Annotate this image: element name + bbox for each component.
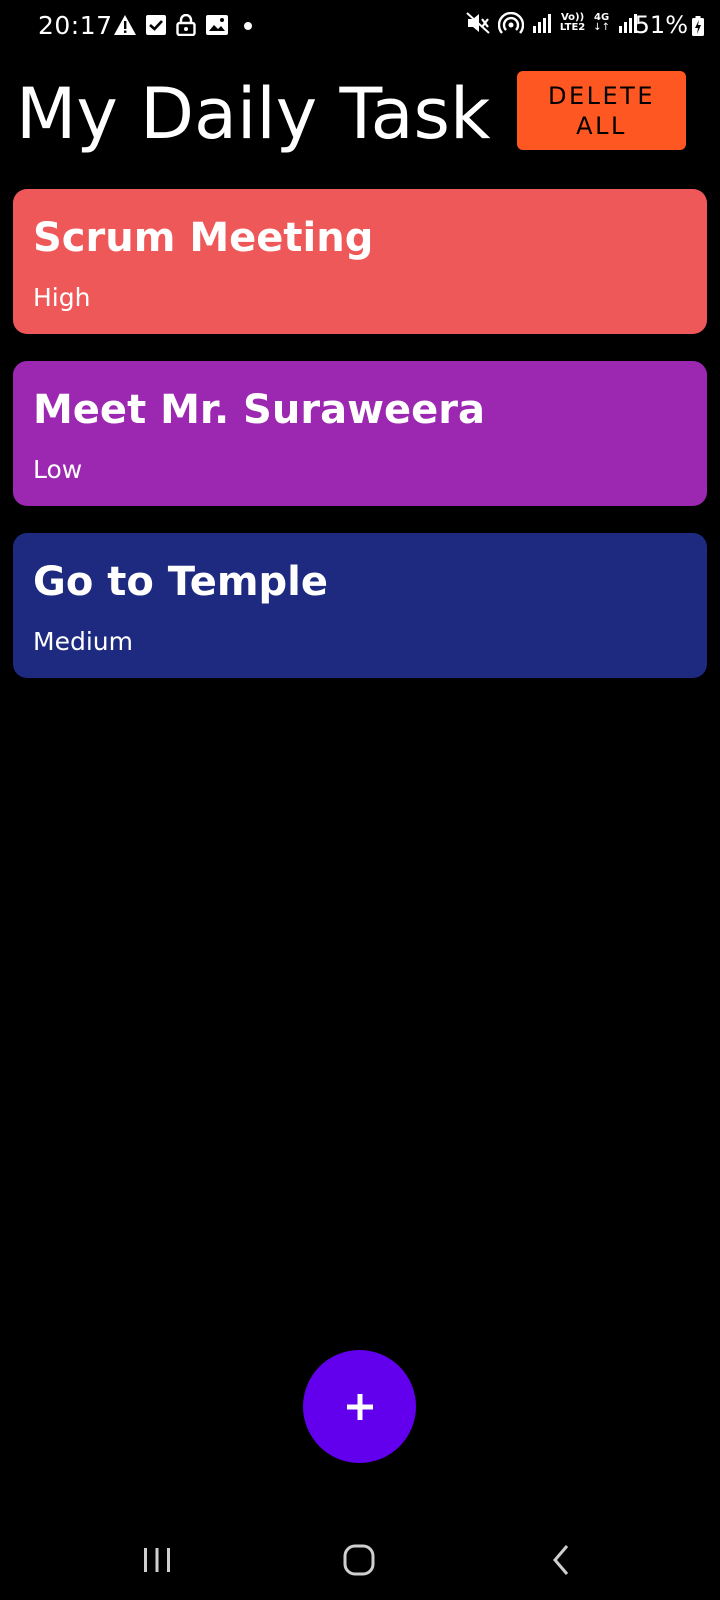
home-button[interactable] bbox=[329, 1530, 389, 1590]
task-card[interactable]: Scrum Meeting High bbox=[13, 189, 707, 334]
status-bar: 20:17 Vo)) LTE2 4G ↓↑ 51% bbox=[0, 0, 720, 52]
battery-charging-icon bbox=[692, 16, 704, 36]
task-card[interactable]: Meet Mr. Suraweera Low bbox=[13, 361, 707, 506]
task-priority: Low bbox=[33, 455, 83, 484]
recents-button[interactable] bbox=[127, 1530, 187, 1590]
task-title: Go to Temple bbox=[33, 559, 329, 605]
warning-icon bbox=[114, 15, 136, 35]
plus-icon bbox=[346, 1393, 373, 1420]
status-time: 20:17 bbox=[38, 11, 113, 40]
task-list: Scrum Meeting High Meet Mr. Suraweera Lo… bbox=[13, 189, 707, 705]
volte-icon: Vo)) LTE2 bbox=[559, 12, 586, 33]
task-card[interactable]: Go to Temple Medium bbox=[13, 533, 707, 678]
image-icon bbox=[206, 15, 228, 35]
page-title: My Daily Task bbox=[16, 73, 491, 155]
status-left-icons bbox=[114, 14, 258, 36]
recents-icon bbox=[144, 1548, 170, 1572]
hotspot-icon bbox=[497, 12, 524, 34]
back-button[interactable] bbox=[531, 1530, 591, 1590]
delete-all-button[interactable]: DELETE ALL bbox=[517, 71, 686, 150]
battery-percent: 51% bbox=[634, 11, 688, 39]
navigation-bar bbox=[0, 1500, 720, 1600]
mute-icon bbox=[466, 12, 490, 34]
task-title: Meet Mr. Suraweera bbox=[33, 387, 485, 433]
4g-icon: 4G ↓↑ bbox=[593, 12, 610, 33]
back-icon bbox=[553, 1545, 569, 1575]
signal-icon bbox=[532, 14, 551, 33]
dot-icon bbox=[244, 22, 252, 30]
add-task-button[interactable] bbox=[303, 1350, 416, 1463]
task-priority: Medium bbox=[33, 627, 133, 656]
checkbox-icon bbox=[146, 15, 166, 35]
task-title: Scrum Meeting bbox=[33, 215, 374, 261]
task-priority: High bbox=[33, 283, 91, 312]
lock-icon bbox=[176, 14, 196, 36]
home-icon bbox=[343, 1544, 375, 1576]
status-right-icons: Vo)) LTE2 4G ↓↑ bbox=[466, 12, 638, 34]
